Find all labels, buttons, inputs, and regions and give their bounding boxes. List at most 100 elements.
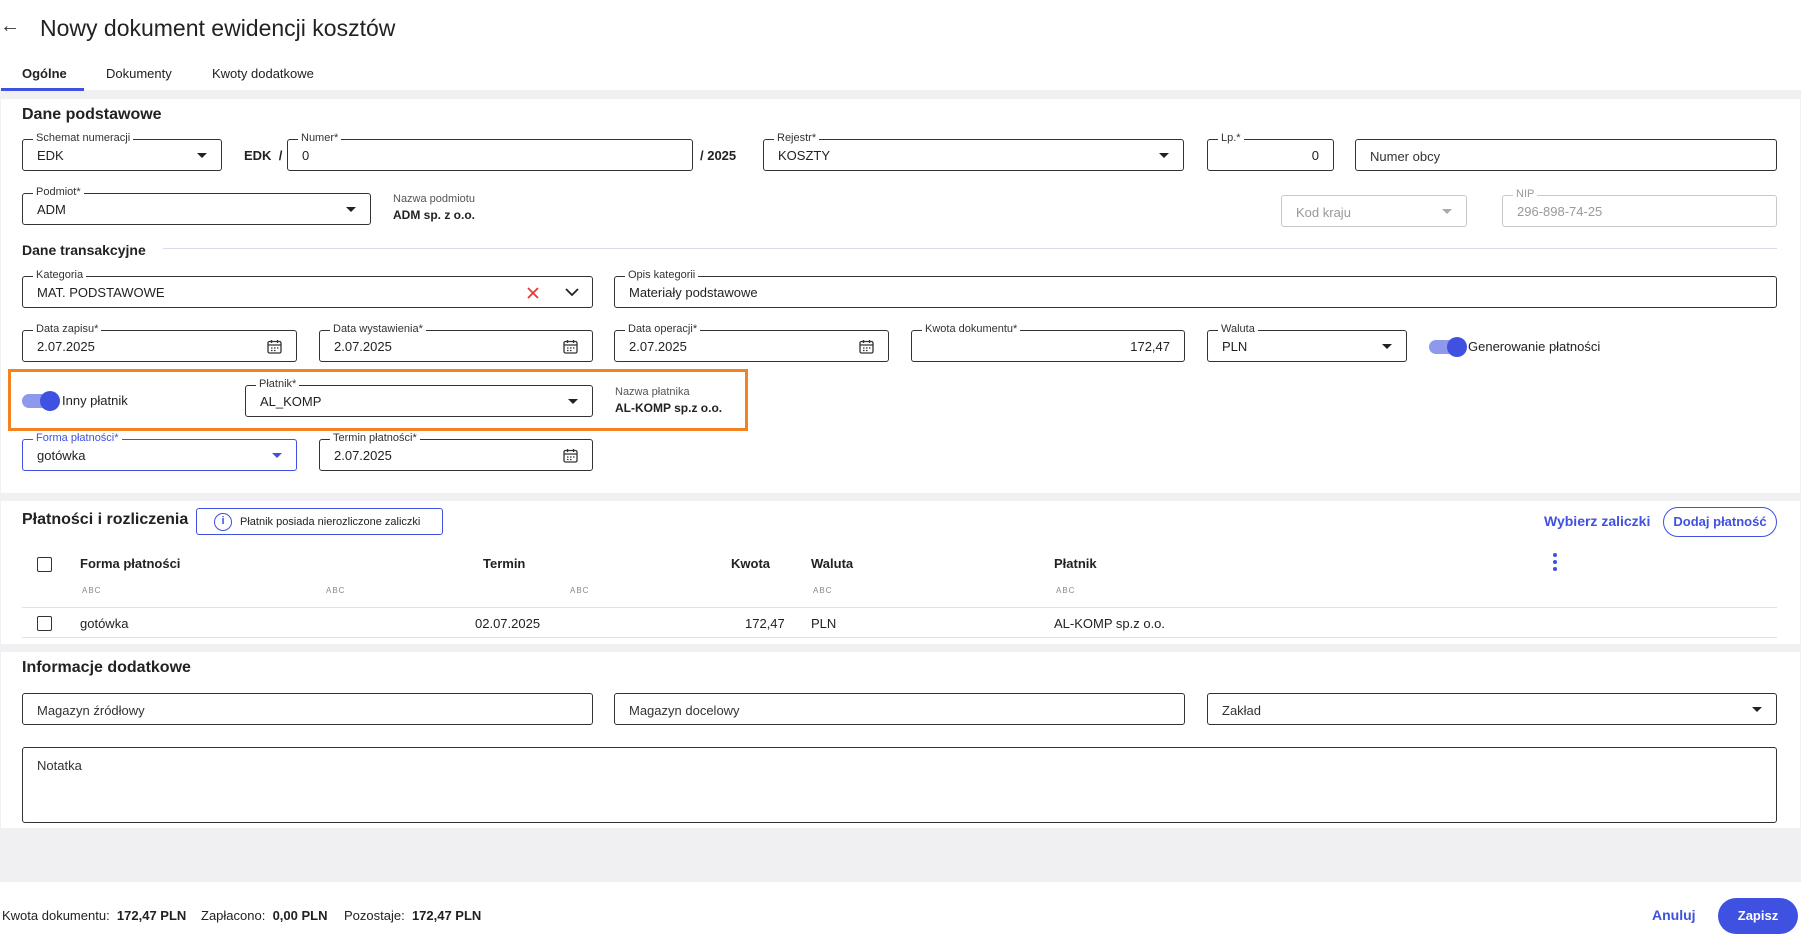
calendar-icon[interactable]: [563, 339, 578, 354]
cell-platnik: AL-KOMP sp.z o.o.: [1054, 616, 1166, 631]
opis-kategorii-input[interactable]: Opis kategorii Materiały podstawowe: [614, 269, 1777, 308]
tab-kwoty-dodatkowe[interactable]: Kwoty dodatkowe: [212, 66, 314, 81]
cell-waluta: PLN: [811, 616, 837, 631]
kwota-dokumentu-input[interactable]: Kwota dokumentu* 172,47: [911, 323, 1185, 362]
schemat-numeracji-select[interactable]: Schemat numeracji EDK: [22, 132, 222, 171]
field-label: Data zapisu*: [33, 323, 102, 336]
calendar-icon[interactable]: [563, 448, 578, 463]
field-label: Forma płatności*: [33, 432, 122, 445]
tab-ogolne[interactable]: Ogólne: [22, 66, 67, 81]
field-value: 2.07.2025: [334, 339, 392, 354]
active-tab-indicator: [1, 88, 84, 91]
chevron-down-icon: [346, 207, 356, 212]
field-value: EDK: [37, 148, 64, 163]
footer-zaplacono-label: Zapłacono:: [201, 908, 266, 923]
field-label: Płatnik*: [256, 378, 300, 391]
field-label: Opis kategorii: [625, 269, 699, 282]
nip-input[interactable]: NIP 296-898-74-25: [1502, 188, 1777, 227]
lp-input[interactable]: Lp.* 0: [1207, 132, 1334, 171]
section-title-dane-podstawowe: Dane podstawowe: [22, 106, 162, 123]
forma-platnosci-select[interactable]: Forma płatności* gotówka: [22, 432, 297, 471]
data-wystawienia-input[interactable]: Data wystawienia* 2.07.2025: [319, 323, 593, 362]
waluta-select[interactable]: Waluta PLN: [1207, 323, 1407, 362]
row-checkbox[interactable]: [37, 616, 52, 631]
wybierz-zaliczki-link[interactable]: Wybierz zaliczki: [1544, 513, 1650, 529]
rejestr-select[interactable]: Rejestr* KOSZTY: [763, 132, 1184, 171]
field-value: 2.07.2025: [334, 448, 392, 463]
podmiot-select[interactable]: Podmiot* ADM: [22, 186, 371, 225]
chevron-down-icon: [1442, 209, 1452, 214]
arrow-left-icon[interactable]: ←: [0, 14, 20, 38]
footer-pozostaje: Pozostaje: 172,47 PLN: [344, 908, 481, 923]
field-value: ADM: [37, 202, 66, 217]
filter-icon[interactable]: ABC: [813, 586, 832, 595]
toggle-knob: [40, 391, 60, 411]
column-header-termin[interactable]: Termin: [483, 556, 525, 571]
field-value: PLN: [1222, 339, 1248, 354]
chevron-down-icon: [272, 453, 282, 458]
filter-icon[interactable]: ABC: [82, 586, 101, 595]
footer-pozostaje-label: Pozostaje:: [344, 908, 405, 923]
calendar-icon[interactable]: [859, 339, 874, 354]
nazwa-podmiotu-value: ADM sp. z o.o.: [393, 208, 475, 222]
chevron-down-icon: [568, 399, 578, 404]
column-header-waluta[interactable]: Waluta: [811, 556, 853, 571]
field-placeholder: Numer obcy: [1370, 149, 1441, 164]
numer-obcy-input[interactable]: Numer obcy: [1355, 139, 1777, 171]
anuluj-button[interactable]: Anuluj: [1652, 907, 1696, 923]
column-header-kwota[interactable]: Kwota: [731, 556, 770, 571]
field-placeholder: Magazyn docelowy: [629, 703, 740, 718]
termin-platnosci-input[interactable]: Termin płatności* 2.07.2025: [319, 432, 593, 471]
column-header-platnik[interactable]: Płatnik: [1054, 556, 1097, 571]
nazwa-podmiotu-label: Nazwa podmiotu: [393, 193, 475, 205]
chevron-down-icon[interactable]: [565, 287, 579, 297]
info-badge: i Płatnik posiada nierozliczone zaliczki: [196, 508, 443, 535]
field-label: Numer*: [298, 132, 342, 145]
field-placeholder: Notatka: [37, 758, 82, 773]
section-divider: [163, 248, 1777, 249]
field-value: 2.07.2025: [37, 339, 95, 354]
field-label: Podmiot*: [33, 186, 84, 199]
zaklad-select[interactable]: Zakład: [1207, 693, 1777, 725]
kategoria-select[interactable]: Kategoria MAT. PODSTAWOWE: [22, 269, 593, 308]
field-value: 172,47: [1130, 339, 1170, 354]
inny-platnik-toggle[interactable]: [22, 391, 60, 411]
footer-kwota-label: Kwota dokumentu:: [2, 908, 110, 923]
magazyn-docelowy-input[interactable]: Magazyn docelowy: [614, 693, 1185, 725]
calendar-icon[interactable]: [267, 339, 282, 354]
filter-icon[interactable]: ABC: [570, 586, 589, 595]
kod-kraju-select[interactable]: Kod kraju: [1281, 195, 1467, 227]
filter-icon[interactable]: ABC: [1056, 586, 1075, 595]
kebab-menu-icon[interactable]: [1553, 553, 1557, 574]
info-text: Płatnik posiada nierozliczone zaliczki: [240, 516, 421, 528]
field-label: Termin płatności*: [330, 432, 420, 445]
chevron-down-icon: [197, 153, 207, 158]
prefix-text: EDK: [244, 148, 272, 163]
numer-input[interactable]: Numer* 0: [287, 132, 693, 171]
select-all-checkbox[interactable]: [37, 557, 52, 572]
magazyn-zrodlowy-input[interactable]: Magazyn źródłowy: [22, 693, 593, 725]
clear-x-icon[interactable]: [526, 286, 540, 300]
notatka-textarea[interactable]: Notatka: [22, 747, 1777, 823]
data-zapisu-input[interactable]: Data zapisu* 2.07.2025: [22, 323, 297, 362]
tab-dokumenty[interactable]: Dokumenty: [106, 66, 172, 81]
field-label: Lp.*: [1218, 132, 1244, 145]
zapisz-button[interactable]: Zapisz: [1718, 898, 1798, 934]
platnik-select[interactable]: Płatnik* AL_KOMP: [245, 378, 593, 417]
field-label: Kategoria: [33, 269, 87, 282]
data-operacji-input[interactable]: Data operacji* 2.07.2025: [614, 323, 889, 362]
toggle-knob: [1447, 337, 1467, 357]
dodaj-platnosc-button[interactable]: Dodaj płatność: [1663, 507, 1777, 537]
footer-kwota-value: 172,47 PLN: [116, 908, 187, 923]
cell-termin: 02.07.2025: [475, 616, 541, 631]
column-header-forma[interactable]: Forma płatności: [80, 556, 180, 571]
field-label: Data wystawienia*: [330, 323, 426, 336]
page-title: Nowy dokument ewidencji kosztów: [40, 15, 396, 41]
field-label: Waluta: [1218, 323, 1258, 336]
field-value: AL_KOMP: [260, 394, 322, 409]
footer-kwota: Kwota dokumentu: 172,47 PLN: [2, 908, 186, 923]
filter-icon[interactable]: ABC: [326, 586, 345, 595]
generowanie-platnosci-toggle[interactable]: [1429, 337, 1467, 357]
nazwa-platnika-label: Nazwa płatnika: [615, 386, 690, 398]
slash-text: /: [278, 148, 283, 163]
